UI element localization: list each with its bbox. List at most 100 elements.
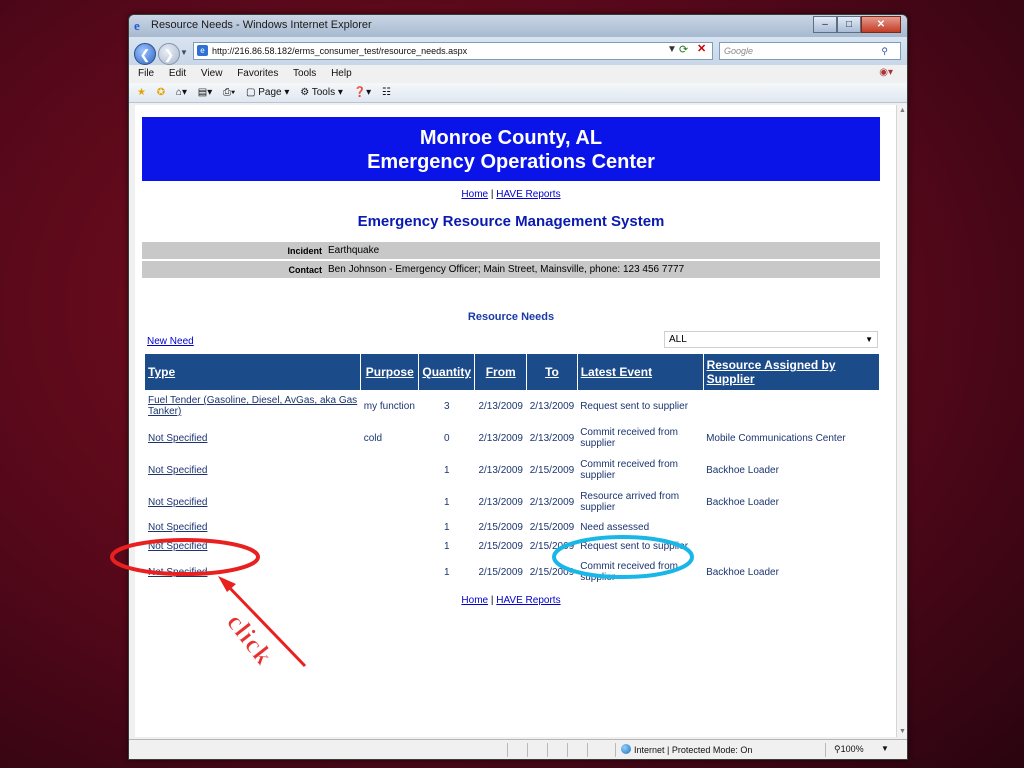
back-button[interactable]: ❮ bbox=[134, 43, 156, 65]
status-filter-select[interactable]: ALL ▼ bbox=[664, 331, 878, 348]
row-from: 2/13/2009 bbox=[478, 496, 523, 508]
favorites-star-icon[interactable]: ★ bbox=[137, 87, 146, 98]
contact-extra-cell bbox=[695, 261, 880, 278]
resource-needs-table: Type Purpose Quantity From To Latest Eve… bbox=[145, 354, 879, 588]
table-row: Not Specified 1 2/13/2009 2/15/2009 Comm… bbox=[145, 454, 879, 486]
menu-help[interactable]: Help bbox=[331, 68, 352, 79]
menu-favorites[interactable]: Favorites bbox=[237, 68, 278, 79]
command-bar: ★ ✪ ⌂▾ ▤▾ ⎙▾ ▢ Page ▾ ⚙ Tools ▾ ❓▾ ☷ bbox=[129, 83, 907, 103]
row-purpose: cold bbox=[363, 432, 383, 444]
row-quantity: 3 bbox=[443, 400, 450, 412]
row-assigned: Backhoe Loader bbox=[706, 464, 779, 476]
title-bar: e Resource Needs - Windows Internet Expl… bbox=[129, 15, 907, 37]
stop-icon[interactable]: ✕ bbox=[697, 42, 706, 55]
research-icon[interactable]: ☷ bbox=[382, 87, 391, 98]
row-to: 2/15/2009 bbox=[529, 541, 575, 552]
new-need-link[interactable]: New Need bbox=[147, 336, 194, 347]
row-quantity: 1 bbox=[443, 496, 450, 508]
forward-button[interactable]: ❯ bbox=[158, 43, 180, 65]
row-type-link[interactable]: Not Specified bbox=[145, 537, 361, 556]
row-assigned bbox=[703, 518, 879, 537]
scroll-down-icon[interactable]: ▼ bbox=[899, 728, 906, 735]
header-resource-assigned[interactable]: Resource Assigned by Supplier bbox=[703, 354, 879, 390]
page-icon: e bbox=[197, 45, 208, 56]
header-latest-event[interactable]: Latest Event bbox=[577, 354, 704, 390]
status-bar: Internet | Protected Mode: On ⚲100% ▼ bbox=[129, 739, 907, 759]
row-to: 2/15/2009 bbox=[529, 522, 575, 533]
row-purpose: my function bbox=[363, 400, 415, 412]
incident-label: Incident bbox=[142, 242, 325, 259]
row-from: 2/13/2009 bbox=[478, 432, 523, 444]
add-favorites-icon[interactable]: ✪ bbox=[157, 87, 165, 98]
row-latest-event: Commit received from supplier bbox=[580, 561, 679, 583]
header-from[interactable]: From bbox=[474, 354, 528, 390]
print-icon[interactable]: ⎙▾ bbox=[223, 87, 235, 98]
tools-menu-label: Tools bbox=[311, 87, 336, 98]
search-input[interactable]: Google ⚲ bbox=[719, 42, 901, 60]
scroll-up-icon[interactable]: ▲ bbox=[899, 107, 906, 114]
translate-icon[interactable]: ◉▾ bbox=[879, 67, 893, 78]
menu-view[interactable]: View bbox=[201, 68, 223, 79]
header-quantity[interactable]: Quantity bbox=[418, 354, 476, 390]
row-type-link[interactable]: Not Specified bbox=[145, 422, 361, 454]
incident-value: Earthquake bbox=[325, 242, 695, 259]
row-type-link[interactable]: Not Specified bbox=[145, 518, 361, 537]
row-purpose bbox=[361, 486, 419, 518]
table-row: Not Specified 1 2/15/2009 2/15/2009 Requ… bbox=[145, 537, 879, 556]
have-reports-link[interactable]: HAVE Reports bbox=[496, 189, 560, 200]
history-dropdown-icon[interactable]: ▼ bbox=[180, 48, 188, 57]
zoom-level[interactable]: ⚲100% bbox=[834, 744, 864, 755]
row-to: 2/13/2009 bbox=[529, 432, 575, 444]
header-type[interactable]: Type bbox=[145, 354, 362, 390]
page-menu-button[interactable]: ▢ Page ▾ bbox=[246, 87, 289, 98]
row-type-link[interactable]: Not Specified bbox=[145, 454, 361, 486]
row-assigned: Backhoe Loader bbox=[706, 496, 779, 508]
close-button[interactable]: ✕ bbox=[861, 16, 901, 33]
row-quantity: 1 bbox=[443, 522, 450, 533]
chevron-down-icon: ▼ bbox=[865, 335, 873, 344]
window-title: Resource Needs - Windows Internet Explor… bbox=[151, 19, 372, 31]
row-type-link[interactable]: Fuel Tender (Gasoline, Diesel, AvGas, ak… bbox=[145, 390, 361, 422]
table-row: Not Specified 1 2/15/2009 2/15/2009 Comm… bbox=[145, 556, 879, 588]
row-assigned bbox=[703, 537, 879, 556]
header-purpose[interactable]: Purpose bbox=[360, 354, 420, 390]
menu-edit[interactable]: Edit bbox=[169, 68, 186, 79]
row-quantity: 1 bbox=[443, 541, 450, 552]
incident-extra-cell bbox=[695, 242, 880, 259]
tools-menu-button[interactable]: ⚙ Tools ▾ bbox=[300, 87, 343, 98]
have-reports-link-bottom[interactable]: HAVE Reports bbox=[496, 595, 560, 606]
home-link[interactable]: Home bbox=[461, 189, 488, 200]
menu-file[interactable]: File bbox=[138, 68, 154, 79]
link-separator: | bbox=[490, 189, 494, 200]
home-link-bottom[interactable]: Home bbox=[461, 595, 488, 606]
zoom-text: 100% bbox=[840, 744, 864, 754]
security-zone[interactable]: Internet | Protected Mode: On bbox=[621, 744, 752, 755]
banner-line-2: Emergency Operations Center bbox=[367, 151, 655, 173]
minimize-button[interactable]: – bbox=[813, 16, 837, 33]
menu-tools[interactable]: Tools bbox=[293, 68, 316, 79]
zoom-dropdown-icon[interactable]: ▼ bbox=[881, 744, 889, 753]
table-row: Not Specified 1 2/15/2009 2/15/2009 Need… bbox=[145, 518, 879, 537]
row-type-link[interactable]: Not Specified bbox=[145, 486, 361, 518]
url-input[interactable]: e http://216.86.58.182/erms_consumer_tes… bbox=[193, 42, 713, 60]
table-row: Not Specified 1 2/13/2009 2/13/2009 Reso… bbox=[145, 486, 879, 518]
vertical-scrollbar[interactable]: ▲ ▼ bbox=[896, 105, 907, 737]
row-type-link[interactable]: Not Specified bbox=[145, 556, 361, 588]
refresh-icon[interactable]: ⟳ bbox=[679, 43, 688, 56]
header-to[interactable]: To bbox=[526, 354, 578, 390]
feeds-icon[interactable]: ▤▾ bbox=[198, 87, 212, 98]
row-latest-event: Need assessed bbox=[580, 522, 650, 533]
banner-line-1: Monroe County, AL bbox=[419, 127, 603, 149]
url-dropdown-icon[interactable]: ▼ bbox=[667, 44, 677, 55]
row-assigned bbox=[703, 390, 879, 422]
search-icon[interactable]: ⚲ bbox=[881, 43, 888, 59]
row-from: 2/15/2009 bbox=[478, 566, 523, 578]
incident-info-table: Incident Earthquake Contact Ben Johnson … bbox=[142, 240, 880, 280]
maximize-button[interactable]: □ bbox=[837, 16, 861, 33]
help-icon[interactable]: ❓▾ bbox=[354, 87, 371, 98]
row-assigned: Backhoe Loader bbox=[706, 566, 779, 578]
home-icon[interactable]: ⌂▾ bbox=[176, 87, 187, 98]
row-from: 2/13/2009 bbox=[478, 464, 523, 476]
page-banner: Monroe County, AL Emergency Operations C… bbox=[142, 117, 880, 181]
contact-label: Contact bbox=[142, 261, 325, 278]
